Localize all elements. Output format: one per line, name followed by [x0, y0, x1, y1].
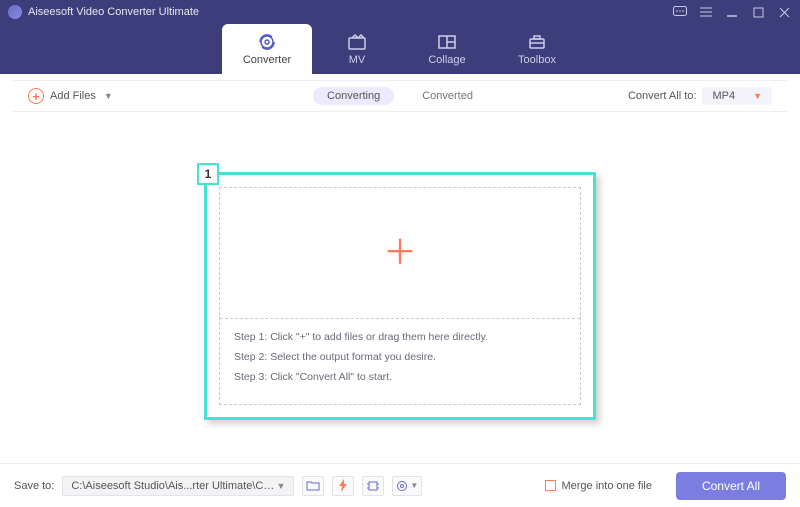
output-format-select[interactable]: MP4 ▼: [702, 87, 772, 105]
add-files-button[interactable]: + Add Files ▼: [28, 88, 113, 104]
app-title: Aiseesoft Video Converter Ultimate: [28, 6, 199, 18]
tab-collage[interactable]: Collage: [402, 24, 492, 74]
tab-label: Toolbox: [518, 54, 556, 66]
highlight-box: ＋ Step 1: Click "+" to add files or drag…: [204, 172, 596, 420]
app-logo-icon: [8, 5, 22, 19]
add-files-label: Add Files: [50, 90, 96, 102]
plus-icon: +: [28, 88, 44, 104]
collage-icon: [436, 33, 458, 51]
chevron-down-icon: ▼: [410, 481, 418, 490]
high-speed-button[interactable]: [362, 476, 384, 496]
tab-label: Collage: [428, 54, 465, 66]
tab-converter[interactable]: Converter: [222, 24, 312, 74]
close-icon[interactable]: [776, 4, 792, 20]
steps-text: Step 1: Click "+" to add files or drag t…: [234, 328, 570, 388]
toolbar: + Add Files ▼ Converting Converted Conve…: [10, 80, 790, 112]
step-1: Step 1: Click "+" to add files or drag t…: [234, 328, 570, 348]
chevron-down-icon: ▼: [276, 481, 285, 491]
gear-icon: [396, 480, 408, 492]
tab-mv[interactable]: MV: [312, 24, 402, 74]
drop-container: ＋ Step 1: Click "+" to add files or drag…: [219, 187, 581, 405]
step-3: Step 3: Click "Convert All" to start.: [234, 368, 570, 388]
settings-button[interactable]: ▼: [392, 476, 422, 496]
drop-zone[interactable]: ＋: [220, 188, 580, 318]
mv-icon: [346, 33, 368, 51]
step-2: Step 2: Select the output format you des…: [234, 348, 570, 368]
feedback-icon[interactable]: [672, 4, 688, 20]
save-path-select[interactable]: C:\Aiseesoft Studio\Ais...rter Ultimate\…: [62, 476, 294, 496]
title-bar: Aiseesoft Video Converter Ultimate: [0, 0, 800, 24]
nav-bar: Converter MV Collage Toolbox: [0, 24, 800, 74]
open-folder-button[interactable]: [302, 476, 324, 496]
main-tabs: Converter MV Collage Toolbox: [222, 24, 582, 74]
footer-bar: Save to: C:\Aiseesoft Studio\Ais...rter …: [0, 463, 800, 507]
checkbox-icon: [545, 480, 556, 491]
converter-icon: [256, 33, 278, 51]
folder-icon: [306, 480, 320, 491]
maximize-icon[interactable]: [750, 4, 766, 20]
chevron-down-icon: ▼: [753, 91, 762, 101]
segment-converting[interactable]: Converting: [313, 87, 394, 105]
content-area: 1 ＋ Step 1: Click "+" to add files or dr…: [0, 112, 800, 460]
toolbox-icon: [526, 33, 548, 51]
save-path-value: C:\Aiseesoft Studio\Ais...rter Ultimate\…: [71, 480, 276, 492]
bolt-icon: [338, 479, 348, 492]
merge-checkbox[interactable]: Merge into one file: [545, 480, 652, 492]
segment-converted[interactable]: Converted: [408, 87, 487, 105]
menu-icon[interactable]: [698, 4, 714, 20]
convert-all-to: Convert All to: MP4 ▼: [628, 87, 772, 105]
divider: [220, 318, 580, 319]
chevron-down-icon: ▼: [104, 91, 113, 101]
status-segment: Converting Converted: [313, 87, 487, 105]
convert-all-button[interactable]: Convert All: [676, 472, 786, 500]
minimize-icon[interactable]: [724, 4, 740, 20]
tab-label: MV: [349, 54, 366, 66]
tab-label: Converter: [243, 54, 291, 66]
convert-all-to-label: Convert All to:: [628, 90, 696, 102]
save-to-label: Save to:: [14, 480, 54, 492]
tab-toolbox[interactable]: Toolbox: [492, 24, 582, 74]
highlight-badge: 1: [197, 163, 219, 185]
add-plus-icon: ＋: [383, 236, 417, 270]
hardware-accel-button[interactable]: [332, 476, 354, 496]
chip-icon: [366, 480, 380, 492]
merge-label: Merge into one file: [561, 480, 652, 492]
output-format-value: MP4: [712, 90, 735, 102]
